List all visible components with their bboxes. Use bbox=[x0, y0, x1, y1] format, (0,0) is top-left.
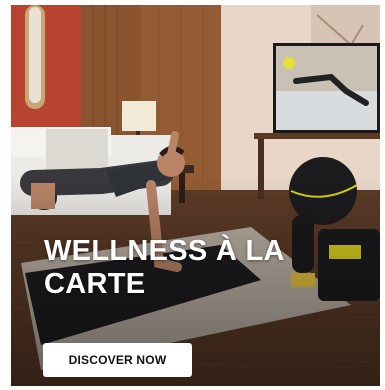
discover-now-button[interactable]: DISCOVER NOW bbox=[43, 343, 192, 377]
promo-banner[interactable]: WELLNESS À LA CARTE DISCOVER NOW bbox=[11, 5, 380, 386]
image-overlay bbox=[11, 5, 380, 386]
banner-headline: WELLNESS À LA CARTE bbox=[44, 235, 284, 300]
